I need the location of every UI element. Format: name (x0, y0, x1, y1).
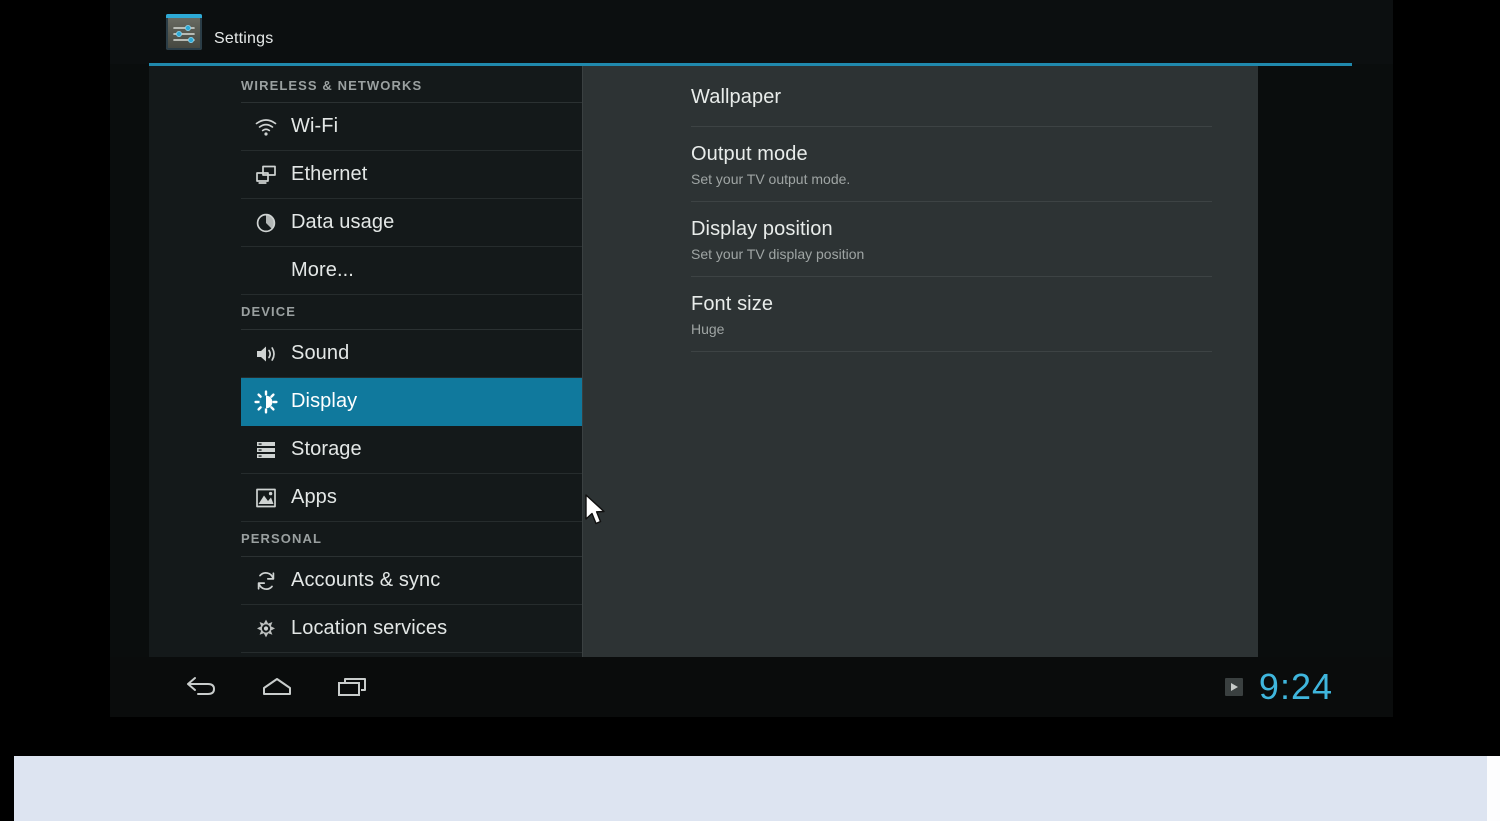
sidebar-section-header: DEVICE (241, 295, 582, 330)
setting-row-display-position[interactable]: Display position Set your TV display posi… (691, 202, 1212, 277)
back-icon[interactable] (170, 667, 232, 707)
sidebar-item-accounts-sync[interactable]: Accounts & sync (241, 557, 582, 605)
sidebar-item-sound[interactable]: Sound (241, 330, 582, 378)
setting-summary: Set your TV output mode. (691, 171, 851, 187)
sidebar-section-header: WIRELESS & NETWORKS (241, 66, 582, 103)
setting-row-font-size[interactable]: Font size Huge (691, 277, 1212, 352)
settings-sliders-icon[interactable] (166, 14, 202, 50)
setting-row-output-mode[interactable]: Output mode Set your TV output mode. (691, 127, 1212, 202)
sidebar-item-display[interactable]: Display (241, 378, 582, 426)
ethernet-icon (249, 163, 283, 187)
apps-icon (249, 486, 283, 510)
setting-title: Wallpaper (691, 86, 782, 108)
sidebar-item-label: Apps (291, 486, 337, 508)
sidebar-item-ethernet[interactable]: Ethernet (241, 151, 582, 199)
bottom-band-left-gap (0, 756, 14, 821)
sidebar-item-more[interactable]: More... (241, 247, 582, 295)
data-usage-pie-icon (249, 211, 283, 235)
recents-icon[interactable] (322, 667, 384, 707)
sidebar-item-label: Storage (291, 438, 362, 460)
sliders-glyph (173, 25, 195, 43)
brightness-glyph (254, 389, 278, 414)
device-screen: Settings WIRELESS & NETWORKS Wi-Fi Etherne… (110, 0, 1393, 717)
setting-title: Font size (691, 293, 774, 315)
brightness-icon (249, 389, 283, 414)
setting-title: Display position (691, 218, 833, 240)
bottom-band-right-edge (1487, 756, 1500, 821)
sync-icon (249, 569, 283, 593)
status-bar-right: 9:24 (1224, 665, 1333, 709)
wifi-icon (249, 115, 283, 139)
sync-glyph (257, 571, 275, 590)
sidebar-item-label: Location services (291, 617, 448, 639)
apps-glyph (256, 488, 276, 507)
title-bar: Settings (110, 0, 1393, 66)
page-title: Settings (214, 30, 274, 47)
home-glyph (263, 678, 291, 695)
play-triangle-glyph (1230, 683, 1238, 691)
recents-glyph (338, 678, 366, 696)
display-settings-panel: Wallpaper Output mode Set your TV output m… (582, 66, 1258, 657)
pie-chart-glyph (256, 213, 276, 232)
sidebar-item-label: Accounts & sync (291, 569, 441, 591)
home-icon[interactable] (246, 667, 308, 707)
storage-list-icon (249, 438, 283, 462)
back-arrow-glyph (187, 677, 215, 695)
sidebar-section-header: PERSONAL (241, 522, 582, 557)
sidebar-item-label: Data usage (291, 211, 395, 233)
sidebar-item-label: More... (291, 259, 354, 281)
setting-title: Output mode (691, 143, 808, 165)
bottom-band (0, 756, 1500, 821)
settings-sidebar[interactable]: WIRELESS & NETWORKS Wi-Fi Ethernet Data usa… (149, 66, 582, 657)
sidebar-item-label: Sound (291, 342, 350, 364)
content-area: WIRELESS & NETWORKS Wi-Fi Ethernet Data usa… (110, 66, 1393, 657)
location-crosshair-icon (249, 617, 283, 641)
screen-root: Settings WIRELESS & NETWORKS Wi-Fi Etherne… (0, 0, 1500, 821)
speaker-glyph (257, 346, 275, 361)
ethernet-glyph (256, 165, 276, 184)
setting-row-wallpaper[interactable]: Wallpaper (691, 66, 1212, 127)
speaker-icon (249, 342, 283, 366)
storage-glyph (257, 441, 275, 458)
status-clock: 9:24 (1258, 666, 1333, 707)
wifi-glyph (255, 118, 277, 136)
location-glyph (257, 619, 275, 637)
sidebar-item-label: Ethernet (291, 163, 368, 185)
setting-summary: Set your TV display position (691, 246, 865, 262)
sidebar-item-storage[interactable]: Storage (241, 426, 582, 474)
sidebar-item-label: Wi-Fi (291, 115, 339, 137)
play-icon[interactable] (1224, 678, 1243, 696)
sidebar-item-data-usage[interactable]: Data usage (241, 199, 582, 247)
sidebar-item-location-services[interactable]: Location services (241, 605, 582, 653)
sidebar-item-wi-fi[interactable]: Wi-Fi (241, 103, 582, 151)
sidebar-item-label: Display (291, 390, 358, 412)
sidebar-item-apps[interactable]: Apps (241, 474, 582, 522)
android-navigation-bar: 9:24 (110, 657, 1393, 717)
setting-summary: Huge (691, 321, 725, 337)
